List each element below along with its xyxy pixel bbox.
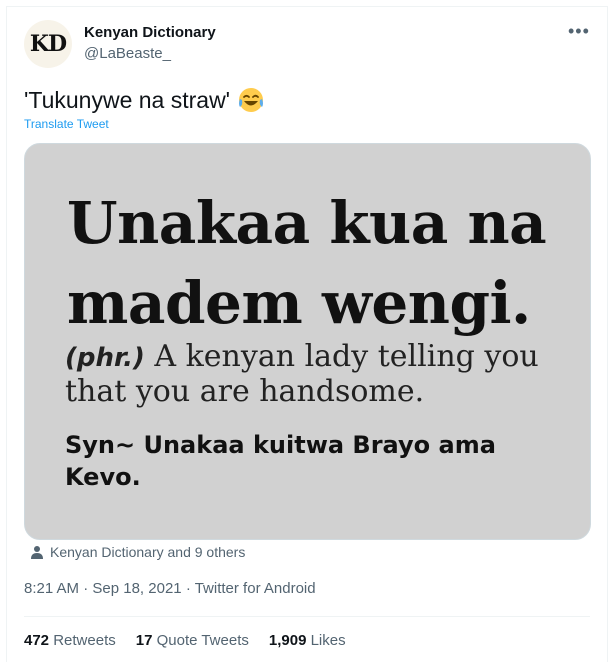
tweet-time[interactable]: 8:21 AM [24,580,79,597]
image-definition: (phr.) A kenyan lady telling you that yo… [65,340,565,409]
author-handle[interactable]: @LaBeaste_ [84,45,171,62]
image-headline-line-2: madem wengi. [67,269,531,337]
tweet-meta: 8:21 AM · Sep 18, 2021 · Twitter for And… [24,580,316,597]
tweet-date[interactable]: Sep 18, 2021 [92,580,181,597]
engagement-stats: 472 Retweets 17 Quote Tweets 1,909 Likes [24,632,346,649]
quote-tweets-label: Quote Tweets [156,632,249,649]
likes-label: Likes [310,632,346,649]
retweets-stat[interactable]: 472 Retweets [24,632,116,649]
translate-tweet-link[interactable]: Translate Tweet [24,117,109,131]
tagged-users-label: Kenyan Dictionary and 9 others [50,544,246,560]
likes-stat[interactable]: 1,909 Likes [269,632,346,649]
tagged-users[interactable]: Kenyan Dictionary and 9 others [30,544,245,560]
image-headline-line-1: Unakaa kua na [67,189,547,257]
retweets-label: Retweets [53,632,116,649]
phrase-tag: (phr.) [65,343,145,373]
person-icon [31,546,43,559]
separator: · [83,580,93,597]
tweet-source[interactable]: Twitter for Android [195,580,316,597]
likes-count: 1,909 [268,632,307,649]
more-options-icon[interactable]: ••• [568,22,590,40]
face-with-tears-of-joy-icon [239,88,263,112]
divider [24,616,590,617]
image-synonym: Syn~ Unakaa kuitwa Brayo ama Kevo. [65,431,496,491]
tweet-text: 'Tukunywe na straw' [24,87,231,113]
quote-tweets-stat[interactable]: 17 Quote Tweets [136,632,249,649]
quote-tweets-count: 17 [135,632,153,649]
avatar[interactable]: KD [24,20,72,68]
author-name[interactable]: Kenyan Dictionary [84,24,216,41]
separator: · [185,580,195,597]
tweet-image[interactable]: Unakaa kua na madem wengi. (phr.) A keny… [24,143,591,540]
retweets-count: 472 [24,632,50,649]
